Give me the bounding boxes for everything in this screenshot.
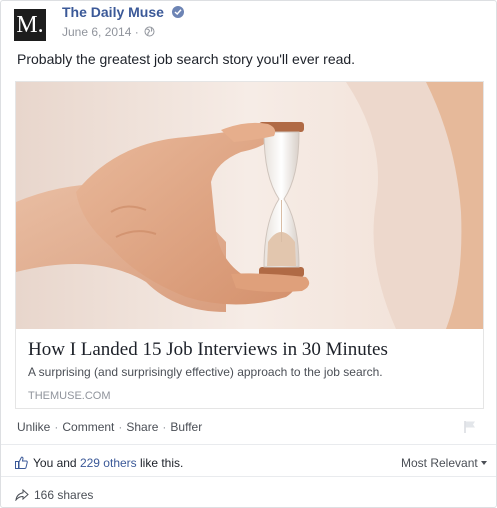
likes-suffix: like this.: [136, 456, 184, 470]
link-preview-card[interactable]: How I Landed 15 Job Interviews in 30 Min…: [15, 81, 484, 409]
page-name-link[interactable]: The Daily Muse: [62, 4, 164, 20]
page-name-row: The Daily Muse: [62, 4, 185, 22]
post-actions: Unlike · Comment · Share · Buffer: [17, 420, 202, 434]
meta-separator: ·: [134, 25, 139, 39]
buffer-link[interactable]: Buffer: [170, 420, 202, 434]
link-preview-text[interactable]: How I Landed 15 Job Interviews in 30 Min…: [16, 329, 483, 408]
divider: [1, 444, 496, 445]
flag-icon[interactable]: [463, 420, 477, 439]
shares-summary[interactable]: 166 shares: [15, 488, 93, 504]
link-description: A surprising (and surprisingly effective…: [28, 365, 383, 379]
action-separator: ·: [54, 420, 59, 434]
sort-label: Most Relevant: [401, 456, 478, 470]
feed-post: M. The Daily Muse June 6, 2014 · Probabl…: [0, 0, 497, 508]
post-date[interactable]: June 6, 2014: [62, 25, 131, 39]
unlike-link[interactable]: Unlike: [17, 420, 50, 434]
link-title[interactable]: How I Landed 15 Job Interviews in 30 Min…: [28, 339, 388, 361]
post-status-text: Probably the greatest job search story y…: [17, 51, 356, 67]
post-meta: June 6, 2014 ·: [62, 25, 155, 40]
chevron-down-icon: [480, 461, 487, 465]
likes-count-link[interactable]: 229 others: [80, 456, 137, 470]
link-preview-image[interactable]: [16, 82, 483, 329]
globe-icon[interactable]: [144, 26, 155, 40]
share-arrow-icon: [15, 488, 29, 504]
likes-prefix: You and: [33, 456, 80, 470]
share-link[interactable]: Share: [126, 420, 158, 434]
divider: [1, 476, 496, 477]
action-separator: ·: [118, 420, 123, 434]
link-domain: THEMUSE.COM: [28, 390, 111, 402]
verified-badge-icon: [172, 6, 185, 18]
comment-sort-dropdown[interactable]: Most Relevant: [401, 456, 487, 470]
likes-summary: You and 229 others like this.: [15, 456, 183, 472]
page-avatar[interactable]: M.: [14, 9, 46, 41]
thumbs-up-icon: [15, 456, 28, 472]
shares-count[interactable]: 166 shares: [34, 488, 93, 502]
comment-link[interactable]: Comment: [62, 420, 114, 434]
action-separator: ·: [162, 420, 167, 434]
